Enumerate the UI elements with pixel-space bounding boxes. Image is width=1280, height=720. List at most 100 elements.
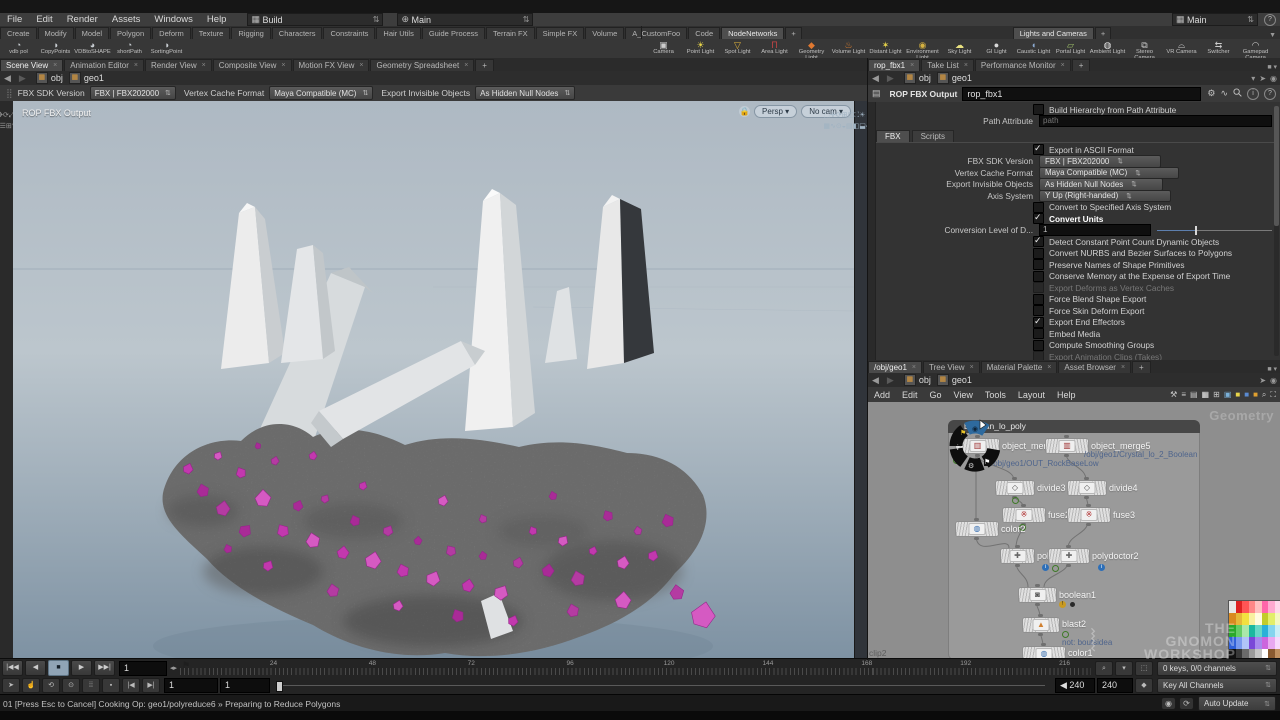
network-editor-canvas[interactable]: Geometry boolean_lo_poly ▥ object_merg [868,402,1280,660]
palette-color-swatch[interactable] [1275,625,1280,637]
menu-item[interactable]: Assets [105,14,148,25]
close-icon[interactable]: × [1121,364,1125,371]
param-build-hierarchy[interactable]: Build Hierarchy from Path Attribute [868,104,1280,116]
param-export-ascii[interactable]: Export in ASCII Format [868,144,1280,156]
checkbox[interactable] [1033,248,1044,259]
shelf-overflow-icon[interactable]: ▼ [1269,32,1276,39]
pane-tab[interactable]: Composite View × [213,59,292,71]
shelf-tab[interactable]: Code [688,27,720,39]
checkbox[interactable] [1033,317,1044,328]
add-pane-tab-button[interactable]: + [1072,59,1091,71]
keyframe-icon[interactable]: ◆ [1135,678,1153,693]
menu-item[interactable]: Add [868,390,896,400]
timeline-ruler[interactable]: ⚑ 24487296120144168192216 [180,660,1091,676]
dashed-select-icon[interactable]: ⬚ [1135,661,1153,676]
param-checkbox-row[interactable]: Detect Constant Point Count Dynamic Obje… [868,236,1280,248]
menu-item[interactable]: File [0,14,29,25]
range-end-field[interactable]: ◀ 240 [1055,678,1095,693]
shelf-tab[interactable]: Terrain FX [486,27,535,39]
shelf-tab[interactable]: Modify [38,27,74,39]
path-item[interactable]: ▦ geo1 [69,72,104,84]
network-toolbar-icon[interactable]: ⛶ [1270,390,1276,400]
close-icon[interactable]: × [359,62,363,69]
main-desktop-spinner-icon[interactable]: ⇅ [523,15,530,24]
path-item[interactable]: ▦ geo1 [937,72,972,84]
playbar-option-icon[interactable]: ⟲ [42,678,60,693]
toolbar-grip[interactable]: ⣿ [0,88,18,99]
keys-info-menu[interactable]: 0 keys, 0/0 channels ⇅ [1157,661,1277,676]
checkbox[interactable] [1033,236,1044,247]
checkbox[interactable] [1033,202,1044,213]
param-checkbox-row[interactable]: Force Blend Shape Export [868,294,1280,306]
shelf-tab[interactable]: Model [75,27,109,39]
shelf-tab[interactable]: Constraints [323,27,375,39]
forward-icon[interactable]: ▶ [883,73,898,84]
add-shelf-tab-button[interactable]: + [785,27,801,39]
network-toolbar-icon[interactable]: ▦ [1202,390,1210,399]
shelf-tab[interactable]: Volume [585,27,624,39]
shelf-tool[interactable]: ● GI Light [978,39,1015,56]
close-icon[interactable]: × [1061,62,1065,69]
shelf-tab[interactable]: Guide Process [422,27,485,39]
path-item[interactable]: ▦ obj [36,72,63,84]
checkbox[interactable] [1033,271,1044,282]
add-pane-tab-button[interactable]: + [1132,361,1151,373]
add-shelf-tab-button-right[interactable]: + [1095,27,1111,39]
network-toolbar-icon[interactable]: ≡ [1181,390,1186,399]
shelf-tab[interactable]: Characters [272,27,323,39]
lock-icon[interactable]: 🔒 [739,106,750,117]
go-last-frame-button[interactable]: ▶▶| [94,660,115,676]
conversion-level-slider[interactable] [1157,226,1272,235]
menu-item[interactable]: Go [924,390,948,400]
shelf-tool[interactable]: ⇆ Switcher [1200,39,1237,56]
path-item[interactable]: ▦ geo1 [937,374,972,386]
pane-divider[interactable] [867,58,868,660]
range-step-field[interactable]: 1 [220,678,270,693]
shelf-tab[interactable]: Create [0,27,37,39]
axis-system-menu[interactable]: Y Up (Right-handed)⇅ [1039,190,1171,203]
pane-tab[interactable]: Tree View × [923,361,980,373]
close-icon[interactable]: × [1047,364,1051,371]
shelf-tool[interactable]: ✶ Distant Light [867,39,904,56]
network-toolbar-icon[interactable]: ■ [1244,390,1249,399]
shelf-tool[interactable]: ◔ shortPath [111,39,148,56]
network-toolbar-icon[interactable]: ▣ [1224,390,1232,399]
checkbox[interactable] [1033,213,1044,224]
gear-icon[interactable]: ⚙ [1207,88,1215,99]
desktop-selector[interactable]: ▦ Build ⇅ [247,13,383,26]
shelf-tool[interactable]: ◑ SortingPoint [148,39,185,56]
viewport-display-icon[interactable]: ☀ [859,112,865,119]
network-toolbar-icon[interactable]: ■ [1235,390,1240,399]
dropdown-icon[interactable]: ▾ [1251,74,1255,83]
folder-tab[interactable]: FBX [876,130,910,142]
network-toolbar-icon[interactable]: ▤ [1190,390,1198,399]
back-icon[interactable]: ◀ [868,375,883,386]
checkbox[interactable] [1033,340,1044,351]
pane-tab[interactable]: Animation Editor × [64,59,144,71]
param-checkbox-row[interactable]: Embed Media [868,328,1280,340]
pane-tab[interactable]: Geometry Spreadsheet × [370,59,474,71]
forward-icon[interactable]: ▶ [15,73,30,84]
operation-control-menu[interactable]: Maya Compatible (MC) ⇅ [269,86,373,100]
pane-tab[interactable]: Performance Monitor × [975,59,1071,71]
parameter-scrollbar[interactable] [1274,106,1279,356]
memory-icon[interactable]: ◉ [1161,697,1176,710]
help-icon[interactable]: ? [1264,88,1276,100]
shelf-tab[interactable]: Hair Utils [376,27,420,39]
param-convert-axis[interactable]: Convert to Specified Axis System [868,202,1280,214]
viewport-3d-area[interactable]: ROP FBX Output 🔒 Persp ▾ No cam ▾ [13,101,855,658]
node-name-field[interactable]: rop_fbx1 [962,87,1201,101]
shelf-tool[interactable]: ▽ Spot Light [719,39,756,56]
shelf-tool[interactable]: ⌓ VR Camera [1163,39,1200,56]
checkbox[interactable] [1033,144,1044,155]
shelf-tool[interactable]: ☁ Sky Light [941,39,978,56]
menu-item[interactable]: Edit [896,390,924,400]
path-attribute-field[interactable]: path [1039,115,1272,127]
param-checkbox-row[interactable]: Convert NURBS and Bezier Surfaces to Pol… [868,248,1280,260]
network-toolbar-icon[interactable]: ⚒ [1170,390,1177,399]
pane-tab[interactable]: /obj/geo1 × [868,361,922,373]
param-checkbox-row[interactable]: Export End Effectors [868,317,1280,329]
viewport-display-icon[interactable]: ▦ [823,123,830,130]
param-checkbox-row[interactable]: Compute Smoothing Groups [868,340,1280,352]
target-icon[interactable]: ◉ [1270,376,1277,385]
